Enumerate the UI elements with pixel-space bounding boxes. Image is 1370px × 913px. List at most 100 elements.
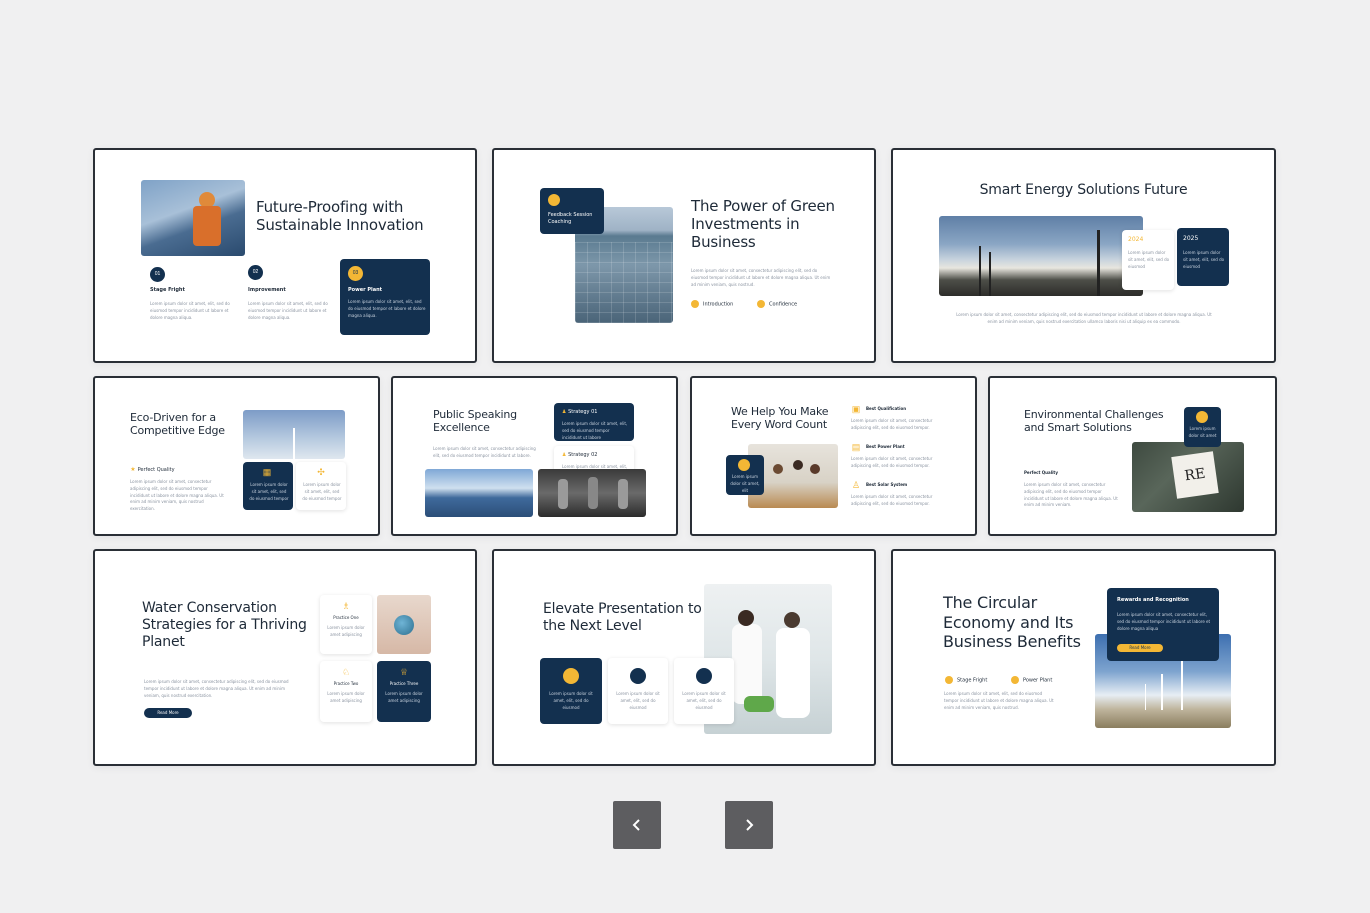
practice-text-2: Lorem ipsum dolor amet adipiscing xyxy=(327,691,365,703)
badge-text: Lorem ipsum dolor sit amet, elit xyxy=(730,474,760,493)
handwriting-image: RE xyxy=(1132,442,1244,512)
badge-icon xyxy=(1196,411,1208,423)
qualification-icon: ▣ xyxy=(851,404,861,414)
rewards-title: Rewards and Recognition xyxy=(1117,597,1189,603)
item-label-2: Best Power Plant xyxy=(866,444,905,449)
step-label-2: Improvement xyxy=(248,287,286,293)
badge-label: Feedback Session Coaching xyxy=(548,212,593,225)
chevron-left-icon xyxy=(632,819,640,831)
year-label-2: 2025 xyxy=(1183,235,1199,242)
slide-body: Lorem ipsum dolor sit amet, elit, sed do… xyxy=(944,691,1054,710)
step-card-3: 03 Power Plant Lorem ipsum dolor sit ame… xyxy=(340,259,430,335)
strategy-card-1: ♟ Strategy 01 Lorem ipsum dolor sit amet… xyxy=(554,403,634,441)
solar-worker-image xyxy=(141,180,245,256)
strategy-label-2: ♟ Strategy 02 xyxy=(562,452,598,458)
wind-turbine-image xyxy=(939,216,1143,296)
slide-thumbnail-8[interactable]: Water Conservation Strategies for a Thri… xyxy=(93,549,477,766)
feature-card-2: ✣ Lorem ipsum dolor sit amet, elit, sed … xyxy=(296,462,346,510)
feature-label: ★ Perfect Quality xyxy=(130,466,175,474)
feature-icon-3 xyxy=(696,668,712,684)
check-icon xyxy=(945,676,953,684)
solar-field-image xyxy=(425,469,533,517)
step-number-3: 03 xyxy=(348,266,363,281)
audience-image xyxy=(538,469,646,517)
feature-text-3: Lorem ipsum dolor sit amet, elit, sed do… xyxy=(682,691,726,710)
year-text-1: Lorem ipsum dolor sit amet, elit, sed do… xyxy=(1128,250,1170,269)
slide-title: Water Conservation Strategies for a Thri… xyxy=(142,600,307,650)
prev-slide-button[interactable] xyxy=(613,801,661,849)
feature-text-1: Lorem ipsum dolor sit amet, elit, sed do… xyxy=(549,691,593,710)
slide-thumbnail-5[interactable]: Public Speaking Excellence Lorem ipsum d… xyxy=(391,376,678,536)
slide-title: Future-Proofing with Sustainable Innovat… xyxy=(256,198,424,234)
feature-card-text-1: Lorem ipsum dolor sit amet, elit, sed do… xyxy=(249,482,289,501)
step-text-1: Lorem ipsum dolor sit amet, elit, sed do… xyxy=(150,301,230,320)
year-text-2: Lorem ipsum dolor sit amet, elit, sed do… xyxy=(1183,250,1225,269)
item-text-2: Lorem ipsum dolor sit amet, consectetur … xyxy=(851,456,933,468)
check-item-2: Power Plant xyxy=(1011,676,1052,685)
step-label-1: Stage Fright xyxy=(150,287,185,293)
feature-card-1: Lorem ipsum dolor sit amet, elit, sed do… xyxy=(540,658,602,724)
check-icon xyxy=(1011,676,1019,684)
check-item-1: Stage Fright xyxy=(945,676,987,685)
slide-body: Lorem ipsum dolor sit amet, consectetur … xyxy=(433,446,536,458)
item-text-3: Lorem ipsum dolor sit amet, consectetur … xyxy=(851,494,933,506)
slide-body: Lorem ipsum dolor sit amet, consectetur … xyxy=(144,679,289,698)
feature-text-2: Lorem ipsum dolor sit amet, elit, sed do… xyxy=(616,691,660,710)
slide-title: The Power of Green Investments in Busine… xyxy=(691,197,835,251)
strategy-label-1: ♟ Strategy 01 xyxy=(562,409,598,415)
slide-thumbnail-3[interactable]: Smart Energy Solutions Future 2024 Lorem… xyxy=(891,148,1276,363)
slide-body: Lorem ipsum dolor sit amet, consectetur … xyxy=(956,312,1212,324)
slide-thumbnail-2[interactable]: Feedback Session Coaching The Power of G… xyxy=(492,148,876,363)
next-slide-button[interactable] xyxy=(725,801,773,849)
solar-icon: ▦ xyxy=(262,467,272,477)
practice-text-1: Lorem ipsum dolor amet adipiscing xyxy=(327,625,365,637)
badge-icon xyxy=(738,459,750,471)
slide-title: Smart Energy Solutions Future xyxy=(979,182,1188,198)
step-number-2: 02 xyxy=(248,265,263,280)
practice-icon-2: ♘ xyxy=(341,667,351,677)
badge-card: Feedback Session Coaching xyxy=(540,188,604,234)
check-icon xyxy=(757,300,765,308)
step-text-3: Lorem ipsum dolor sit amet, elit, sed do… xyxy=(348,299,426,318)
read-more-button[interactable]: Read More xyxy=(144,708,192,718)
practice-card-3: ♕ Practice Three Lorem ipsum dolor amet … xyxy=(377,661,431,722)
feature-icon-1 xyxy=(563,668,579,684)
check-item-2: Confidence xyxy=(757,300,797,309)
read-more-button[interactable]: Read More xyxy=(1117,644,1163,652)
practice-label-3: Practice Three xyxy=(389,681,419,686)
slide-thumbnail-7[interactable]: Environmental Challenges and Smart Solut… xyxy=(988,376,1277,536)
year-card-2: 2025 Lorem ipsum dolor sit amet, elit, s… xyxy=(1177,228,1229,286)
slide-thumbnail-10[interactable]: The Circular Economy and Its Business Be… xyxy=(891,549,1276,766)
slide-body: Lorem ipsum dolor sit amet, consectetur … xyxy=(1024,482,1118,508)
slide-thumbnail-6[interactable]: We Help You Make Every Word Count Lorem … xyxy=(690,376,977,536)
badge-card: Lorem ipsum dolor sit amet xyxy=(1184,407,1221,447)
slide-title: Eco-Driven for a Competitive Edge xyxy=(130,411,225,438)
rewards-card: Rewards and Recognition Lorem ipsum dolo… xyxy=(1107,588,1219,661)
feature-card-text-2: Lorem ipsum dolor sit amet, elit, sed do… xyxy=(302,482,342,501)
star-icon: ★ xyxy=(130,466,136,473)
strategy-icon: ♟ xyxy=(562,452,567,458)
feature-label: Perfect Quality xyxy=(1024,470,1058,475)
practice-icon-1: ♗ xyxy=(341,601,351,611)
feature-card-3: Lorem ipsum dolor sit amet, elit, sed do… xyxy=(674,658,734,724)
slide-thumbnail-1[interactable]: Future-Proofing with Sustainable Innovat… xyxy=(93,148,477,363)
feature-card-2: Lorem ipsum dolor sit amet, elit, sed do… xyxy=(608,658,668,724)
strategy-icon: ♟ xyxy=(562,409,567,415)
wind-turbine-image xyxy=(243,410,345,459)
strategy-text-1: Lorem ipsum dolor sit amet, elit, sed do… xyxy=(562,421,628,440)
feature-icon-2 xyxy=(630,668,646,684)
year-label-1: 2024 xyxy=(1128,236,1144,243)
chevron-right-icon xyxy=(746,819,754,831)
slide-thumbnail-9[interactable]: Elevate Presentation to the Next Level L… xyxy=(492,549,876,766)
slide-title: The Circular Economy and Its Business Be… xyxy=(943,593,1081,652)
power-plant-icon: ▤ xyxy=(851,442,861,452)
step-label-3: Power Plant xyxy=(348,287,383,293)
practice-text-3: Lorem ipsum dolor amet adipiscing xyxy=(385,691,423,703)
badge-icon xyxy=(548,194,560,206)
practice-card-1: ♗ Practice One Lorem ipsum dolor amet ad… xyxy=(320,595,372,654)
slide-thumbnail-4[interactable]: Eco-Driven for a Competitive Edge ★ Perf… xyxy=(93,376,380,536)
practice-icon-3: ♕ xyxy=(399,667,409,677)
rewards-text: Lorem ipsum dolor sit amet, consectetur … xyxy=(1117,612,1211,631)
item-label-3: Best Solar System xyxy=(866,482,908,487)
item-label-1: Best Qualification xyxy=(866,406,907,411)
